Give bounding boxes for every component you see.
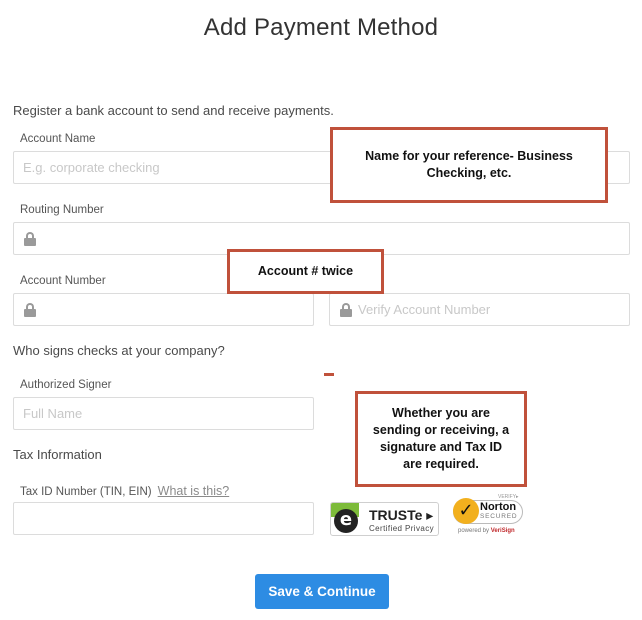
- account-number-annotation: Account # twice: [227, 249, 384, 294]
- intro-text: Register a bank account to send and rece…: [13, 103, 334, 118]
- authorized-signer-input[interactable]: [14, 398, 313, 429]
- norton-badge[interactable]: VERIFY▸ ✓ Norton SECURED powered by Veri…: [450, 494, 526, 538]
- verisign-brand: VeriSign: [490, 528, 515, 534]
- annotation-dash-mark: [324, 373, 334, 376]
- lock-icon: [24, 231, 36, 246]
- tax-id-field[interactable]: [13, 502, 314, 535]
- lock-icon: [24, 302, 36, 317]
- truste-brand: TRUSTe ▸: [369, 507, 434, 523]
- tax-section-heading: Tax Information: [13, 447, 102, 462]
- requirements-annotation: Whether you are sending or receiving, a …: [355, 391, 527, 487]
- account-name-label: Account Name: [20, 133, 96, 145]
- routing-number-label: Routing Number: [20, 204, 104, 216]
- truste-badge[interactable]: e TRUSTe ▸ Certified Privacy: [330, 502, 439, 536]
- tax-id-label-row: Tax ID Number (TIN, EIN) What is this?: [20, 484, 229, 498]
- lock-icon: [340, 302, 352, 317]
- verify-account-number-field[interactable]: [329, 293, 630, 326]
- tax-id-label: Tax ID Number (TIN, EIN): [20, 486, 152, 498]
- norton-powered-by: powered by VeriSign: [458, 528, 515, 534]
- account-number-label: Account Number: [20, 275, 106, 287]
- account-name-annotation: Name for your reference- Business Checki…: [330, 127, 608, 203]
- page-title: Add Payment Method: [203, 14, 439, 41]
- tax-id-input[interactable]: [14, 503, 313, 534]
- truste-logo-icon: e: [334, 509, 358, 533]
- signer-section-heading: Who signs checks at your company?: [13, 343, 225, 358]
- authorized-signer-field[interactable]: [13, 397, 314, 430]
- norton-name: Norton: [480, 501, 517, 513]
- powered-by-text: powered by: [458, 528, 490, 534]
- account-number-input[interactable]: [36, 294, 313, 325]
- norton-secured: SECURED: [480, 513, 518, 520]
- checkmark-icon: ✓: [453, 498, 479, 524]
- save-continue-button[interactable]: Save & Continue: [255, 574, 389, 609]
- verify-account-number-input[interactable]: [352, 294, 629, 325]
- truste-subtitle: Certified Privacy: [369, 524, 435, 533]
- account-number-field[interactable]: [13, 293, 314, 326]
- authorized-signer-label: Authorized Signer: [20, 379, 112, 391]
- what-is-this-link[interactable]: What is this?: [158, 484, 230, 498]
